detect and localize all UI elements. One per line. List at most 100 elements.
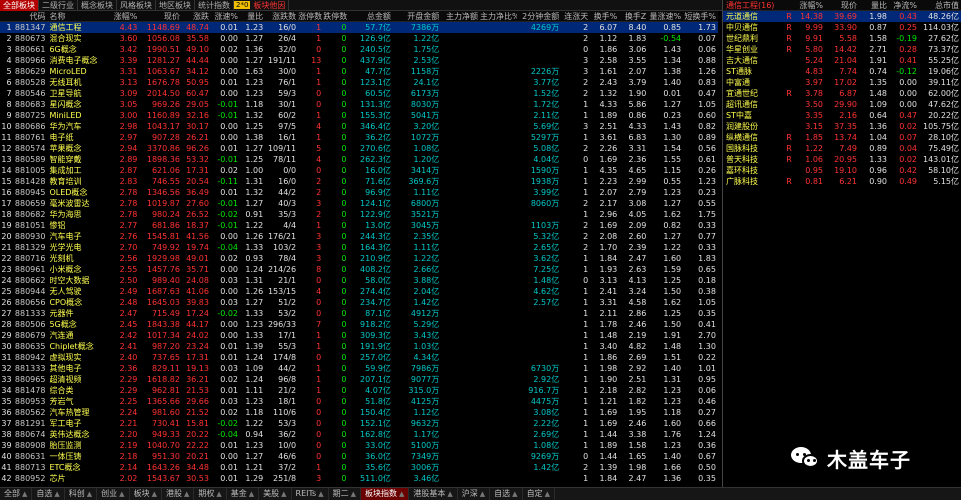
table-row[interactable]: 14 881005 集成加工 2.87 621.06 17.31 0.02 1.00 0/0 0 0… bbox=[0, 165, 718, 176]
column-header[interactable]: 涨停数 bbox=[298, 11, 323, 21]
constituent-row[interactable]: 国脉科技 R 1.22 7.49 0.89 0.04 75.49亿 bbox=[723, 143, 961, 154]
column-header[interactable]: 量比 bbox=[240, 11, 265, 21]
bottom-tab-1[interactable]: 自选 ▲ bbox=[32, 488, 65, 500]
constituent-row[interactable]: 元道通信 R 14.38 39.69 1.98 0.43 48.26亿 bbox=[723, 11, 961, 22]
column-header[interactable]: 总金额 bbox=[348, 11, 392, 21]
column-header[interactable]: 换手% bbox=[590, 11, 619, 21]
table-row[interactable]: 23 880961 小米概念 2.55 1457.76 35.71 0.00 1.24 214/… bbox=[0, 264, 718, 275]
top-tab-3[interactable]: 风格板块 bbox=[117, 0, 156, 11]
table-row[interactable]: 18 880682 华为海思 2.78 980.24 26.52 -0.02 0.91 35/3… bbox=[0, 209, 718, 220]
table-row[interactable]: 33 880965 超清视频 2.29 1618.82 36.21 0.02 1.24 96/8… bbox=[0, 374, 718, 385]
table-row[interactable]: 25 880944 无人驾驶 2.49 1687.63 41.06 0.00 1.26 153/… bbox=[0, 286, 718, 297]
table-row[interactable]: 3 880661 6G概念 3.42 1990.51 49.10 0.02 1.36 32/0 0… bbox=[0, 44, 718, 55]
table-row[interactable]: 11 880761 电子纸 2.97 907.28 26.21 0.00 1.38 16/1 1 0… bbox=[0, 132, 718, 143]
bottom-tab-8[interactable]: 美股 ▲ bbox=[259, 488, 292, 500]
constituent-row[interactable]: 世纪鼎利 R 9.91 5.58 1.58 -0.19 27.62亿 bbox=[723, 33, 961, 44]
column-header[interactable]: 代码 bbox=[14, 11, 48, 21]
table-row[interactable]: 29 880679 汽连通 2.42 1017.34 24.02 0.00 1.33 17/1 1… bbox=[0, 330, 718, 341]
table-row[interactable]: 41 880713 ETC概念 2.14 1643.26 34.48 0.01 1.21 37/… bbox=[0, 462, 718, 473]
table-row[interactable]: 32 881333 其他电子 2.36 829.11 19.13 0.03 1.09 44/2 1… bbox=[0, 363, 718, 374]
table-row[interactable]: 19 881051 惨铝 2.77 681.86 18.37 -0.01 1.22 4/4 1 0 1… bbox=[0, 220, 718, 231]
top-tab-4[interactable]: 地区板块 bbox=[156, 0, 195, 11]
column-header[interactable]: 涨跌 bbox=[182, 11, 211, 21]
table-row[interactable]: 39 880908 胎压监测 2.19 1040.70 22.22 0.01 1.23 10/0… bbox=[0, 440, 718, 451]
table-row[interactable]: 9 880725 MiniLED 3.00 1160.89 32.16 -0.01 1.32 6… bbox=[0, 110, 718, 121]
table-row[interactable]: 30 880635 Chiplet概念 2.41 987.20 23.24 0.01 1.39… bbox=[0, 341, 718, 352]
table-row[interactable]: 22 880716 光刻机 2.56 1929.98 49.01 0.02 0.93 78/4 3… bbox=[0, 253, 718, 264]
side-column-header[interactable]: 涨幅% bbox=[795, 0, 825, 10]
top-tab-6[interactable]: 板块他因 bbox=[250, 0, 290, 11]
bottom-tab-4[interactable]: 板块 ▲ bbox=[130, 488, 162, 500]
column-header[interactable]: 涨速% bbox=[211, 11, 240, 21]
table-row[interactable]: 6 880528 无线耳机 3.13 1676.78 50.95 0.01 1.23 76/1 1… bbox=[0, 77, 718, 88]
table-row[interactable]: 21 881329 光学光电 2.70 749.92 19.74 -0.04 1.33 103/… bbox=[0, 242, 718, 253]
bottom-tab-11[interactable]: 板块指数 ▲ bbox=[361, 488, 410, 500]
table-row[interactable]: 26 880656 CPO概念 2.48 1645.03 39.83 0.03 1.27 51/… bbox=[0, 297, 718, 308]
constituent-row[interactable]: 吉大通信 5.24 21.04 1.91 0.41 55.25亿 bbox=[723, 55, 961, 66]
table-row[interactable]: 31 880942 虚拟现实 2.40 737.65 17.31 0.01 1.24 174/8… bbox=[0, 352, 718, 363]
bottom-tab-10[interactable]: 期二 ▲ bbox=[329, 488, 361, 500]
top-tab-2[interactable]: 概念板块 bbox=[78, 0, 117, 11]
bottom-tab-5[interactable]: 港股 ▲ bbox=[162, 488, 195, 500]
top-tab-1[interactable]: 二级行业 bbox=[39, 0, 78, 11]
side-column-header[interactable]: 量比 bbox=[859, 0, 889, 10]
column-header[interactable]: 涨跌数 bbox=[265, 11, 298, 21]
column-header[interactable]: 主力净额 bbox=[441, 11, 480, 21]
table-row[interactable]: 7 880546 卫星导航 3.09 2014.50 60.47 0.00 1.23 59/3 0… bbox=[0, 88, 718, 99]
table-row[interactable]: 15 881428 教育培训 2.83 746.55 20.54 -0.11 1.31 16/0… bbox=[0, 176, 718, 187]
constituent-row[interactable]: ST通脉 4.83 7.74 0.74 -0.12 19.06亿 bbox=[723, 66, 961, 77]
column-header[interactable]: 连涨天 bbox=[561, 11, 590, 21]
table-row[interactable]: 12 880574 苹果概念 2.94 3370.86 96.26 0.01 1.27 109/… bbox=[0, 143, 718, 154]
table-row[interactable]: 34 881478 综合类 2.29 962.81 21.53 0.01 1.11 21/2 1 0… bbox=[0, 385, 718, 396]
bottom-tab-6[interactable]: 期权 ▲ bbox=[194, 488, 227, 500]
constituent-row[interactable]: 中贝通信 R 9.99 33.90 0.87 0.25 114.03亿 bbox=[723, 22, 961, 33]
table-row[interactable]: 35 880953 芳岩气 2.25 1365.66 29.66 0.03 1.23 18/1 0… bbox=[0, 396, 718, 407]
column-header[interactable]: 跌停数 bbox=[323, 11, 348, 21]
side-column-header[interactable]: 通信工程(16) bbox=[723, 0, 785, 10]
table-row[interactable]: 8 880683 星闪概念 3.05 969.26 29.05 -0.01 1.18 30/1 0… bbox=[0, 99, 718, 110]
column-header[interactable]: 2分钟金额 bbox=[517, 11, 561, 21]
column-header[interactable]: 名称 bbox=[47, 11, 112, 21]
bottom-tab-0[interactable]: 全部 ▲ bbox=[0, 488, 33, 500]
table-row[interactable]: 27 881333 元器件 2.47 715.49 17.24 -0.02 1.33 53/2 0… bbox=[0, 308, 718, 319]
column-header[interactable] bbox=[0, 11, 14, 21]
bottom-tab-3[interactable]: 创业 ▲ bbox=[97, 488, 130, 500]
constituent-row[interactable]: 中富通 3.97 17.02 1.35 0.00 39.11亿 bbox=[723, 77, 961, 88]
constituent-row[interactable]: 普天科技 R 1.06 20.95 1.33 0.02 143.01亿 bbox=[723, 154, 961, 165]
constituent-row[interactable]: 嘉环科技 0.95 19.10 0.96 0.42 58.10亿 bbox=[723, 165, 961, 176]
side-column-header[interactable]: 净流% bbox=[889, 0, 919, 10]
constituent-row[interactable]: 宜通世纪 R 3.78 6.87 1.48 0.00 62.00亿 bbox=[723, 88, 961, 99]
top-tab-5[interactable]: 统计指数 bbox=[195, 0, 234, 11]
column-header[interactable]: 主力净比% bbox=[480, 11, 517, 21]
bottom-tab-15[interactable]: 自定 ▲ bbox=[523, 488, 555, 500]
table-row[interactable]: 5 880629 MicroLED 3.31 1063.67 34.12 0.00 1.63 3… bbox=[0, 66, 718, 77]
constituent-row[interactable]: 纵横通信 R 1.85 13.74 1.04 0.07 28.10亿 bbox=[723, 132, 961, 143]
table-row[interactable]: 24 880662 时空大数据 2.50 989.40 24.08 0.03 1.31 21/1… bbox=[0, 275, 718, 286]
column-header[interactable]: 短换手% bbox=[683, 11, 718, 21]
table-row[interactable]: 37 881291 军工电子 2.21 730.41 15.81 -0.02 1.22 53/3… bbox=[0, 418, 718, 429]
column-header[interactable]: 量涨速% bbox=[648, 11, 683, 21]
bottom-tab-2[interactable]: 科创 ▲ bbox=[65, 488, 98, 500]
column-header[interactable]: 涨幅% bbox=[112, 11, 139, 21]
table-row[interactable]: 38 880674 英伟达概念 2.20 949.33 20.22 -0.04 0.94 36/… bbox=[0, 429, 718, 440]
constituent-row[interactable]: 华星创业 R 5.80 14.42 2.71 0.28 73.37亿 bbox=[723, 44, 961, 55]
table-row[interactable]: 16 880945 OLED概念 2.78 1346.56 36.49 0.01 1.32 44… bbox=[0, 187, 718, 198]
table-row[interactable]: 13 880589 智能穿戴 2.89 1898.36 53.32 -0.01 1.25 78/… bbox=[0, 154, 718, 165]
bottom-tab-9[interactable]: REITs ▲ bbox=[292, 488, 329, 500]
table-row[interactable]: 2 880673 混合现实 3.60 1056.08 35.58 0.00 1.27 26/4 1… bbox=[0, 33, 718, 44]
table-row[interactable]: 1 881347 通信工程 4.43 1148.69 48.74 0.01 1.23 16/0 1… bbox=[0, 22, 718, 33]
column-header[interactable]: 开盘金额 bbox=[393, 11, 441, 21]
table-row[interactable]: 17 880659 毫米波雷达 2.78 1019.87 27.60 -0.01 1.27 40… bbox=[0, 198, 718, 209]
table-row[interactable]: 40 880631 一体压铸 2.18 951.30 20.21 0.00 1.27 46/6 0… bbox=[0, 451, 718, 462]
table-row[interactable]: 28 880506 5G概念 2.45 1843.38 44.17 0.00 1.23 296/… bbox=[0, 319, 718, 330]
bottom-tab-7[interactable]: 基金 ▲ bbox=[227, 488, 260, 500]
column-header[interactable]: 现价 bbox=[139, 11, 182, 21]
top-tab-0[interactable]: 全部板块 bbox=[0, 0, 39, 11]
constituent-row[interactable]: 广脉科技 R 0.81 6.21 0.90 0.49 5.15亿 bbox=[723, 176, 961, 187]
column-header[interactable]: 换手Z bbox=[619, 11, 648, 21]
bottom-tab-13[interactable]: 沪深 ▲ bbox=[458, 488, 491, 500]
side-column-header[interactable]: 现价 bbox=[825, 0, 859, 10]
bottom-tab-14[interactable]: 自选 ▲ bbox=[490, 488, 523, 500]
constituent-row[interactable]: 润建股份 3.15 37.35 1.36 0.02 105.75亿 bbox=[723, 121, 961, 132]
table-row[interactable]: 10 880686 华为汽车 2.98 1043.17 30.17 0.00 1.25 97/5… bbox=[0, 121, 718, 132]
